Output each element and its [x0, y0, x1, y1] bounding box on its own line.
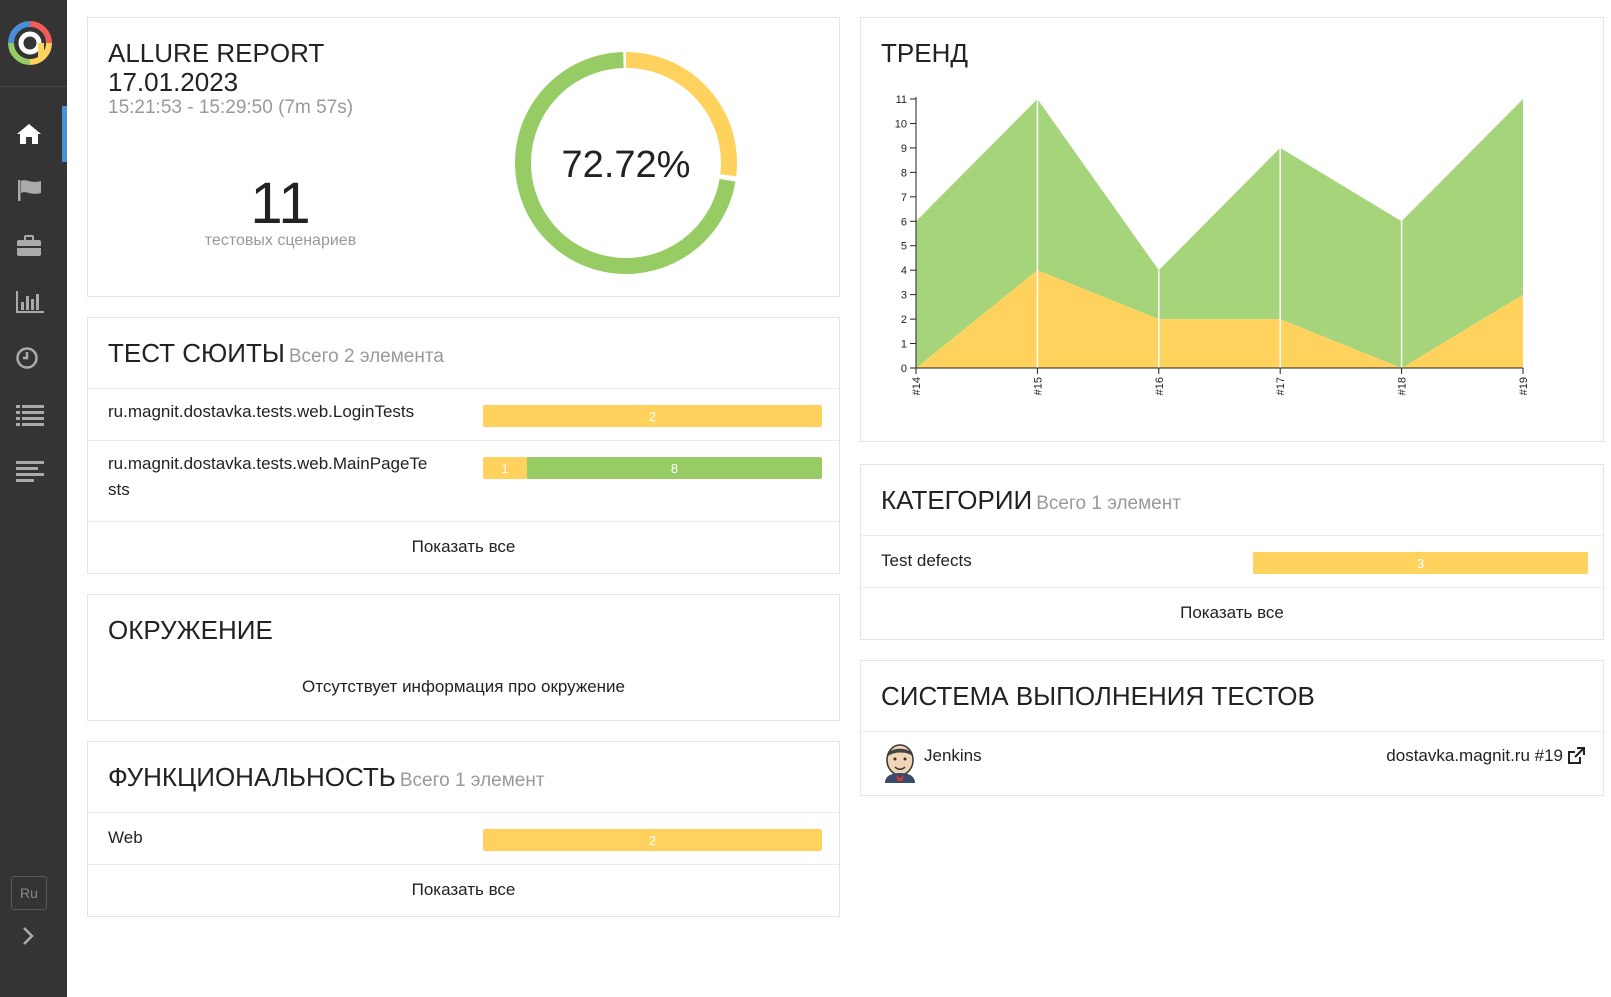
environment-title: ОКРУЖЕНИЕ: [108, 615, 273, 645]
clock-icon: [16, 347, 38, 369]
nav-overview[interactable]: [0, 106, 67, 162]
suites-title: ТЕСТ СЮИТЫ Всего 2 элемента: [108, 338, 444, 369]
executor-name: Jenkins: [924, 746, 982, 765]
trend-x-tick-label[interactable]: #15: [1032, 377, 1044, 395]
trend-y-tick-label: 9: [901, 143, 907, 155]
categories-subtitle: Всего 1 элемент: [1036, 493, 1181, 514]
trend-x-tick-label[interactable]: #14: [911, 377, 923, 395]
category-status-bar[interactable]: 3: [1253, 552, 1588, 574]
nav-timeline[interactable]: [0, 330, 67, 386]
trend-y-tick-label: 8: [901, 167, 907, 179]
environment-empty-message: Отсутствует информация про окружение: [302, 677, 625, 696]
suites-title-text: ТЕСТ СЮИТЫ: [108, 338, 285, 368]
sidebar: Ru: [0, 0, 67, 997]
suite-name-line1: ru.magnit.dostavka.tests.web.MainPageTe: [108, 454, 428, 473]
success-rate-percent: 72.72%: [561, 144, 691, 186]
suite-row[interactable]: ru.magnit.dostavka.tests.web.MainPageTe …: [88, 441, 839, 518]
trend-x-tick-label[interactable]: #17: [1275, 377, 1287, 395]
flag-icon: [18, 180, 41, 201]
executor-build-link-text[interactable]: dostavka.magnit.ru #19: [1386, 743, 1563, 769]
suites-widget: ТЕСТ СЮИТЫ Всего 2 элемента ru.magnit.dos…: [87, 317, 840, 574]
nav-suites[interactable]: [0, 218, 67, 274]
broken-segment[interactable]: 3: [1253, 552, 1588, 574]
suite-name-line2: sts: [108, 480, 130, 499]
broken-segment[interactable]: 1: [483, 457, 527, 479]
trend-y-tick-label: 6: [901, 216, 907, 228]
trend-x-tick-label[interactable]: #18: [1397, 377, 1409, 395]
divider: [88, 864, 839, 865]
align-left-icon: [16, 461, 44, 482]
jenkins-icon: [885, 744, 915, 783]
category-name: Test defects: [881, 551, 972, 570]
executors-widget: СИСТЕМА ВЫПОЛНЕНИЯ ТЕСТОВ Jenkins dostav…: [860, 660, 1604, 796]
home-icon: [17, 124, 41, 144]
external-link-icon[interactable]: [1567, 747, 1585, 765]
language-switch[interactable]: Ru: [11, 876, 47, 910]
sidebar-divider: [0, 86, 67, 87]
executors-title: СИСТЕМА ВЫПОЛНЕНИЯ ТЕСТОВ: [881, 681, 1315, 711]
trend-y-tick-label: 7: [901, 192, 907, 204]
report-time-range: 15:21:53 - 15:29:50 (7m 57s): [108, 97, 354, 118]
nav-packages[interactable]: [0, 442, 67, 498]
report-date: 17.01.2023: [108, 67, 239, 97]
test-count-label: тестовых сценариев: [204, 232, 357, 249]
trend-y-tick-label: 11: [896, 94, 907, 106]
feature-row[interactable]: Web 2: [88, 813, 839, 864]
trend-x-tick-label[interactable]: #19: [1518, 377, 1530, 395]
divider: [88, 521, 839, 522]
suites-subtitle: Всего 2 элемента: [288, 346, 444, 367]
trend-y-tick-label: 10: [895, 118, 907, 130]
categories-title: КАТЕГОРИИ Всего 1 элемент: [881, 485, 1181, 516]
broken-segment[interactable]: 2: [483, 829, 822, 851]
test-count: 11: [250, 171, 311, 236]
trend-chart[interactable]: 0 1 2 3 4 5 6 7 8 9 10 11 #14 #15 #16 #17 #18 #19: [861, 18, 1605, 443]
features-title: ФУНКЦИОНАЛЬНОСТЬ Всего 1 элемент: [108, 762, 545, 793]
features-show-all-link[interactable]: Показать все: [88, 880, 839, 900]
suites-show-all-link[interactable]: Показать все: [88, 537, 839, 557]
features-title-text: ФУНКЦИОНАЛЬНОСТЬ: [108, 762, 396, 792]
summary-widget: ALLURE REPORT 17.01.2023 15:21:53 - 15:2…: [87, 17, 840, 297]
trend-y-tick-label: 4: [901, 265, 907, 277]
broken-segment[interactable]: 2: [483, 405, 822, 427]
category-row[interactable]: Test defects 3: [861, 536, 1603, 587]
categories-title-text: КАТЕГОРИИ: [881, 485, 1033, 515]
features-subtitle: Всего 1 элемент: [399, 770, 545, 791]
categories-widget: КАТЕГОРИИ Всего 1 элемент Test defects 3 …: [860, 464, 1604, 640]
trend-y-tick-label: 0: [901, 363, 907, 375]
report-title: ALLURE REPORT: [108, 38, 325, 68]
features-widget: ФУНКЦИОНАЛЬНОСТЬ Всего 1 элемент Web 2 По…: [87, 741, 840, 917]
chevron-right-icon[interactable]: [18, 924, 38, 948]
nav-categories[interactable]: [0, 162, 67, 218]
nav-graphs[interactable]: [0, 274, 67, 330]
executor-build-link[interactable]: dostavka.magnit.ru #19: [1386, 743, 1585, 769]
trend-y-tick-label: 2: [901, 314, 907, 326]
feature-name: Web: [108, 828, 143, 847]
suite-status-bar[interactable]: 2: [483, 405, 822, 427]
trend-y-tick-label: 3: [901, 290, 907, 302]
environment-widget: ОКРУЖЕНИЕ Отсутствует информация про окр…: [87, 594, 840, 721]
nav-behaviors[interactable]: [0, 386, 67, 442]
list-icon: [16, 405, 44, 426]
trend-x-tick-label[interactable]: #16: [1154, 377, 1166, 395]
trend-y-tick-label: 1: [901, 339, 907, 351]
allure-logo[interactable]: [8, 21, 52, 65]
divider: [861, 731, 1603, 732]
bar-chart-icon: [16, 291, 44, 313]
passed-segment[interactable]: 8: [527, 457, 822, 479]
trend-widget: ТРЕНД 0 1 2 3 4 5 6 7 8 9 10 11 #14 #15 #16 #17 #18 #19: [860, 17, 1604, 442]
feature-status-bar[interactable]: 2: [483, 829, 822, 851]
divider: [861, 587, 1603, 588]
suite-name: ru.magnit.dostavka.tests.web.LoginTests: [108, 402, 415, 421]
briefcase-icon: [17, 235, 41, 256]
trend-y-tick-label: 5: [901, 241, 907, 253]
categories-show-all-link[interactable]: Показать все: [861, 603, 1603, 623]
suite-status-bar[interactable]: 1 8: [483, 457, 822, 479]
suite-row[interactable]: ru.magnit.dostavka.tests.web.LoginTests …: [88, 389, 839, 440]
